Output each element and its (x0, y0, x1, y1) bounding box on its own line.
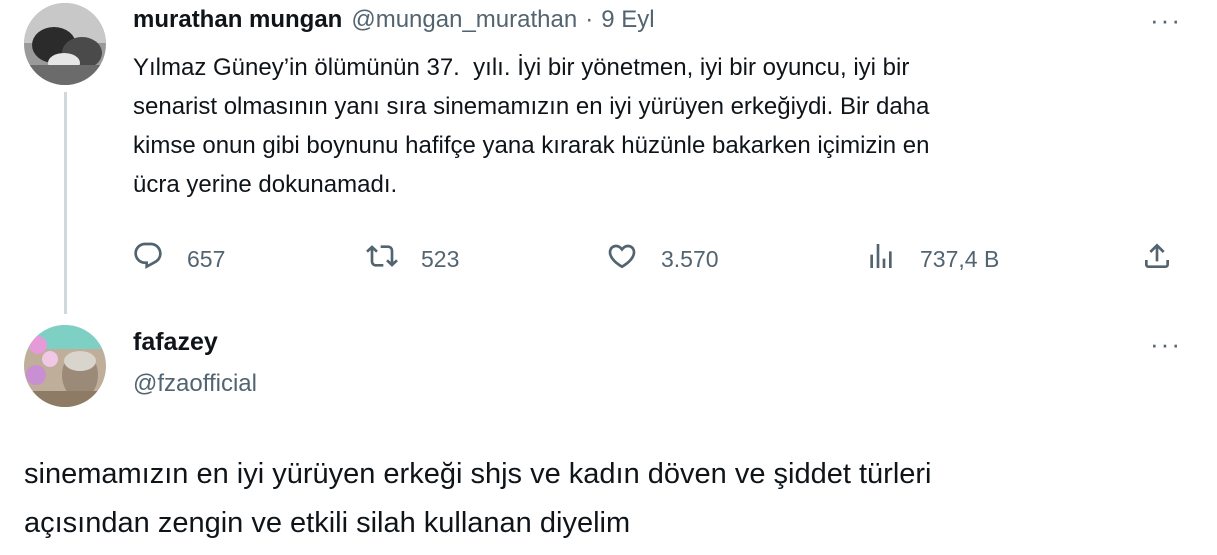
tweet-header: murathan mungan @mungan_murathan · 9 Eyl (133, 6, 655, 40)
reply-count: 657 (187, 245, 226, 272)
more-options-button[interactable]: ··· (1148, 331, 1184, 357)
views-icon (865, 240, 897, 278)
like-icon (606, 240, 638, 278)
avatar-photo (24, 3, 106, 85)
more-options-button[interactable]: ··· (1148, 7, 1184, 33)
avatar[interactable] (24, 325, 106, 407)
reply-author-handle[interactable]: @fzaofficial (133, 370, 257, 398)
views-button[interactable]: 737,4 B (865, 240, 999, 278)
avatar-photo (24, 325, 106, 407)
avatar[interactable] (24, 3, 106, 85)
author-name[interactable]: murathan mungan (133, 6, 342, 34)
like-button[interactable]: 3.570 (606, 240, 719, 278)
share-icon (1141, 240, 1173, 278)
retweet-button[interactable]: 523 (366, 240, 459, 278)
reply-icon (132, 240, 164, 278)
tweet-time[interactable]: 9 Eyl (601, 6, 654, 34)
like-count: 3.570 (661, 245, 719, 272)
views-count: 737,4 B (920, 245, 1000, 272)
tweet-actions: 657 523 3.570 737,4 B (0, 236, 1217, 280)
thread-connector-line (64, 92, 67, 314)
author-handle[interactable]: @mungan_murathan (351, 6, 577, 34)
retweet-icon (366, 240, 398, 278)
separator-dot: · (585, 6, 594, 33)
reply-text: sinemamızın en iyi yürüyen erkeği shjs v… (24, 458, 932, 539)
retweet-count: 523 (421, 245, 460, 272)
reply-author-name[interactable]: fafazey (133, 328, 218, 357)
reply-button[interactable]: 657 (132, 240, 225, 278)
tweet-text: Yılmaz Güney’in ölümünün 37. yılı. İyi b… (133, 54, 930, 198)
share-button[interactable] (1141, 240, 1173, 278)
